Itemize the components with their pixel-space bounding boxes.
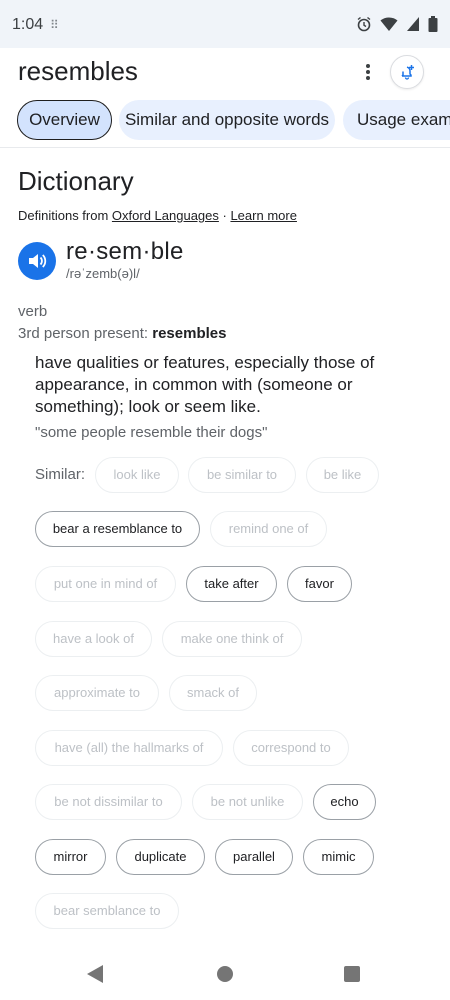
home-circle-icon[interactable] [217,966,233,982]
alarm-icon [357,16,371,32]
third-person-label: 3rd person present: [18,325,153,342]
similar-chip[interactable]: make one think of [162,621,302,657]
similar-chip[interactable]: mimic [303,839,374,875]
similar-chip[interactable]: be like [306,457,379,493]
similar-chip[interactable]: echo [313,784,376,820]
part-of-speech: verb [18,303,48,320]
wifi-icon [380,17,398,31]
phonetic: /rəˈzemb(ə)l/ [66,266,140,281]
definitions-prefix: Definitions from [18,208,112,223]
similar-chip[interactable]: bear a resemblance to [35,511,200,547]
similar-chip[interactable]: put one in mind of [35,566,176,602]
battery-icon [428,16,438,32]
query-title: resembles [18,56,138,86]
tab-overview[interactable]: Overview [17,100,112,140]
third-person-value: resembles [152,325,227,342]
back-triangle-icon[interactable] [86,964,104,984]
similar-chip[interactable]: be not dissimilar to [35,784,182,820]
oxford-languages-link[interactable]: Oxford Languages [112,208,219,223]
similar-chip[interactable]: take after [186,566,277,602]
notification-add-button[interactable] [390,55,424,89]
similar-chip[interactable]: bear semblance to [35,893,179,929]
status-bar: 1:04 ⠿ [0,0,450,48]
tab-usage-examples[interactable]: Usage examples [343,100,450,140]
tabs-divider [0,147,450,148]
signal-icon [407,17,419,31]
similar-chip[interactable]: have (all) the hallmarks of [35,730,223,766]
similar-chip[interactable]: be not unlike [192,784,303,820]
more-vert-icon[interactable] [356,58,380,86]
similar-chip[interactable]: look like [95,457,179,493]
status-dots-icon: ⠿ [50,18,60,32]
volume-icon [29,254,47,268]
similar-chip[interactable]: favor [287,566,352,602]
similar-chip[interactable]: approximate to [35,675,159,711]
tab-similar-and-opposite-words[interactable]: Similar and opposite words [119,100,335,140]
third-person-present: 3rd person present: resembles [18,325,226,342]
dictionary-title: Dictionary [18,166,134,196]
similar-chip[interactable]: have a look of [35,621,152,657]
learn-more-link[interactable]: Learn more [230,208,296,223]
status-icons [356,16,438,32]
similar-chip[interactable]: correspond to [233,730,349,766]
status-time: 1:04 [12,16,44,33]
similar-chip[interactable]: smack of [169,675,257,711]
example-sentence: "some people resemble their dogs" [35,424,268,441]
recents-square-icon[interactable] [344,966,360,982]
definition-text: have qualities or features, especially t… [35,353,375,416]
pronunciation-button[interactable] [18,242,56,280]
separator-dot: · [218,208,231,223]
notification-add-icon [401,65,414,80]
similar-label: Similar: [35,466,86,483]
headword: re·sem·ble [66,238,184,265]
similar-chip[interactable]: duplicate [116,839,205,875]
definitions-source-line: Definitions from Oxford Languages · Lear… [18,208,297,223]
similar-chip[interactable]: be similar to [188,457,296,493]
system-nav-bar [0,946,450,1000]
similar-chip[interactable]: remind one of [210,511,327,547]
similar-chip[interactable]: mirror [35,839,106,875]
similar-chip[interactable]: parallel [215,839,293,875]
search-header: resembles [0,48,450,96]
result-tabs: Overview Similar and opposite words Usag… [0,100,450,144]
